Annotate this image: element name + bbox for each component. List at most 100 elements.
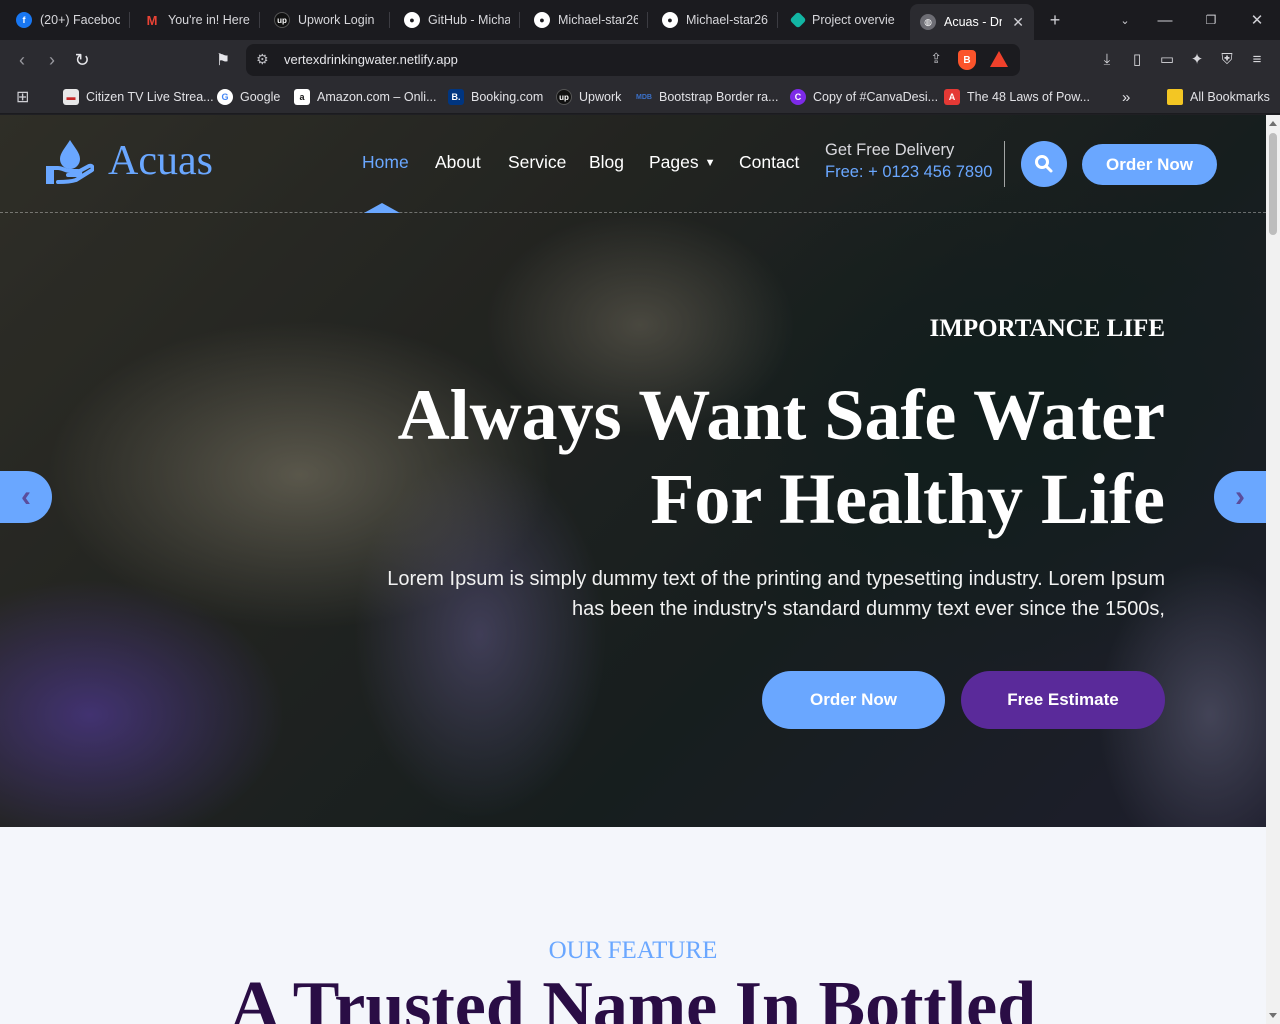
water-hand-icon	[46, 138, 95, 184]
hero-headline-line-2: For Healthy Life	[650, 459, 1165, 539]
bookmark-48-laws[interactable]: A The 48 Laws of Pow...	[944, 87, 1090, 107]
search-button[interactable]	[1021, 141, 1067, 187]
tab-upwork-login[interactable]: up Upwork Login	[264, 6, 390, 34]
bookmark-google[interactable]: G Google	[217, 87, 280, 107]
amazon-icon: a	[294, 89, 310, 105]
pdf-icon: A	[944, 89, 960, 105]
restore-button[interactable]: ❐	[1199, 8, 1223, 32]
address-toolbar: ‹ › ↻ ⚑ ⚙ vertexdrinkingwater.netlify.ap…	[0, 40, 1280, 80]
bookmark-upwork[interactable]: up Upwork	[556, 87, 621, 107]
bookmark-label: Google	[240, 90, 281, 104]
hero-headline: Always Want Safe Water For Healthy Life	[345, 373, 1165, 541]
url-text[interactable]: vertexdrinkingwater.netlify.app	[284, 52, 458, 67]
hero-slider: Acuas Home About Service Blog Pages ▼ Con…	[0, 115, 1266, 827]
address-bar[interactable]: ⚙ vertexdrinkingwater.netlify.app ⇪ B	[246, 44, 1020, 76]
slider-prev-arrow-icon[interactable]: ‹	[0, 471, 52, 523]
features-kicker: OUR FEATURE	[548, 937, 718, 964]
bookmark-label: Bootstrap Border ra...	[659, 90, 779, 104]
brave-rewards-icon[interactable]	[990, 51, 1008, 67]
hero-kicker: IMPORTANCE LIFE	[929, 315, 1165, 342]
reload-icon[interactable]: ↻	[70, 48, 94, 72]
slider-next-arrow-icon[interactable]: ›	[1214, 471, 1266, 523]
nav-contact[interactable]: Contact	[739, 152, 799, 173]
all-bookmarks-folder[interactable]: All Bookmarks	[1167, 87, 1270, 107]
google-icon: G	[217, 89, 233, 105]
hero-order-now-button[interactable]: Order Now	[762, 671, 945, 729]
tab-github[interactable]: ● GitHub - Micha	[394, 6, 520, 34]
download-icon[interactable]: ⤓	[1096, 48, 1118, 70]
scroll-up-icon[interactable]	[1269, 121, 1277, 126]
free-estimate-button[interactable]: Free Estimate	[961, 671, 1165, 729]
site-logo[interactable]: Acuas	[46, 137, 213, 185]
brand-name: Acuas	[108, 138, 213, 184]
gmail-icon: M	[146, 12, 158, 28]
leo-ai-icon[interactable]: ✦	[1186, 48, 1208, 70]
minimize-button[interactable]: —	[1153, 8, 1177, 32]
tab-title: Upwork Login	[298, 13, 375, 27]
booking-icon: B.	[448, 89, 464, 105]
wallet-icon[interactable]: ▭	[1156, 48, 1178, 70]
github-icon: ●	[662, 12, 678, 28]
page-scrollbar[interactable]	[1266, 115, 1280, 1024]
bookmark-amazon[interactable]: a Amazon.com – Onli...	[294, 87, 437, 107]
browser-tab-strip: f (20+) Facebook M You're in! Here up Up…	[0, 0, 1280, 40]
close-window-button[interactable]: ✕	[1245, 8, 1269, 32]
canva-icon: C	[790, 89, 806, 105]
new-tab-button[interactable]: +	[1043, 8, 1067, 32]
nav-pages-label: Pages	[649, 152, 699, 172]
mdb-icon: MDB	[636, 93, 652, 101]
search-icon	[1035, 155, 1053, 173]
hero-description: Lorem Ipsum is simply dummy text of the …	[387, 568, 1165, 620]
tab-acuas-active[interactable]: ◍ Acuas - Dr ✕	[910, 4, 1034, 40]
citizen-tv-icon: ▬	[63, 89, 79, 105]
upwork-icon: up	[556, 89, 572, 105]
bookmark-icon[interactable]: ⚑	[211, 48, 235, 72]
bookmark-booking[interactable]: B. Booking.com	[448, 87, 543, 107]
scroll-down-icon[interactable]	[1269, 1013, 1277, 1018]
delivery-label: Get Free Delivery	[825, 141, 955, 159]
header-order-now-button[interactable]: Order Now	[1082, 144, 1217, 185]
forward-icon[interactable]: ›	[40, 48, 64, 72]
bookmark-label: Amazon.com – Onli...	[317, 90, 437, 104]
site-settings-icon[interactable]: ⚙	[256, 51, 269, 68]
close-tab-icon[interactable]: ✕	[1012, 14, 1024, 31]
nav-service[interactable]: Service	[508, 152, 566, 173]
nav-about[interactable]: About	[435, 152, 481, 173]
scrollbar-thumb[interactable]	[1269, 133, 1277, 235]
nav-home[interactable]: Home	[362, 152, 409, 173]
back-icon[interactable]: ‹	[10, 48, 34, 72]
tab-title: You're in! Here	[168, 13, 250, 27]
tab-title: Michael-star26	[558, 13, 638, 27]
apps-grid-icon[interactable]: ⊞	[16, 87, 29, 107]
share-icon[interactable]: ⇪	[930, 50, 942, 67]
menu-icon[interactable]: ≡	[1246, 48, 1268, 70]
features-section: OUR FEATURE A Trusted Name In Bottled	[0, 827, 1266, 1024]
upwork-icon: up	[274, 12, 290, 28]
brave-shields-icon[interactable]: B	[958, 50, 976, 70]
tab-gmail[interactable]: M You're in! Here	[134, 6, 260, 34]
github-icon: ●	[404, 12, 420, 28]
bookmark-canva[interactable]: C Copy of #CanvaDesi...	[790, 87, 938, 107]
delivery-phone[interactable]: Free: + 0123 456 7890	[825, 163, 992, 182]
folder-icon	[1167, 89, 1183, 105]
hero-headline-line-1: Always Want Safe Water	[397, 375, 1165, 455]
tab-search-chevron-icon[interactable]: ⌄	[1113, 8, 1137, 32]
bookmark-citizen-tv[interactable]: ▬ Citizen TV Live Strea...	[63, 87, 214, 107]
site-header: Acuas Home About Service Blog Pages ▼ Con…	[0, 115, 1266, 213]
tab-project-overview[interactable]: Project overvie	[782, 6, 906, 34]
tab-title: Acuas - Dr	[944, 15, 1003, 29]
nav-pages[interactable]: Pages ▼	[649, 152, 716, 173]
tab-title: GitHub - Micha	[428, 13, 510, 27]
tab-github-michael-1[interactable]: ● Michael-star26	[524, 6, 648, 34]
more-bookmarks-icon[interactable]: »	[1122, 87, 1130, 107]
bookmark-bootstrap[interactable]: MDB Bootstrap Border ra...	[636, 87, 779, 107]
bookmark-label: Citizen TV Live Strea...	[86, 90, 214, 104]
bookmarks-bar: ⊞ ▬ Citizen TV Live Strea... G Google a …	[0, 80, 1280, 114]
vpn-shield-icon[interactable]: ⛨	[1216, 48, 1238, 70]
tab-facebook[interactable]: f (20+) Facebook	[6, 6, 130, 34]
nav-blog[interactable]: Blog	[589, 152, 624, 173]
sidebar-icon[interactable]: ▯	[1126, 48, 1148, 70]
bookmark-label: Upwork	[579, 90, 622, 104]
tab-github-michael-2[interactable]: ● Michael-star26	[652, 6, 778, 34]
tab-title: Michael-star26	[686, 13, 768, 27]
